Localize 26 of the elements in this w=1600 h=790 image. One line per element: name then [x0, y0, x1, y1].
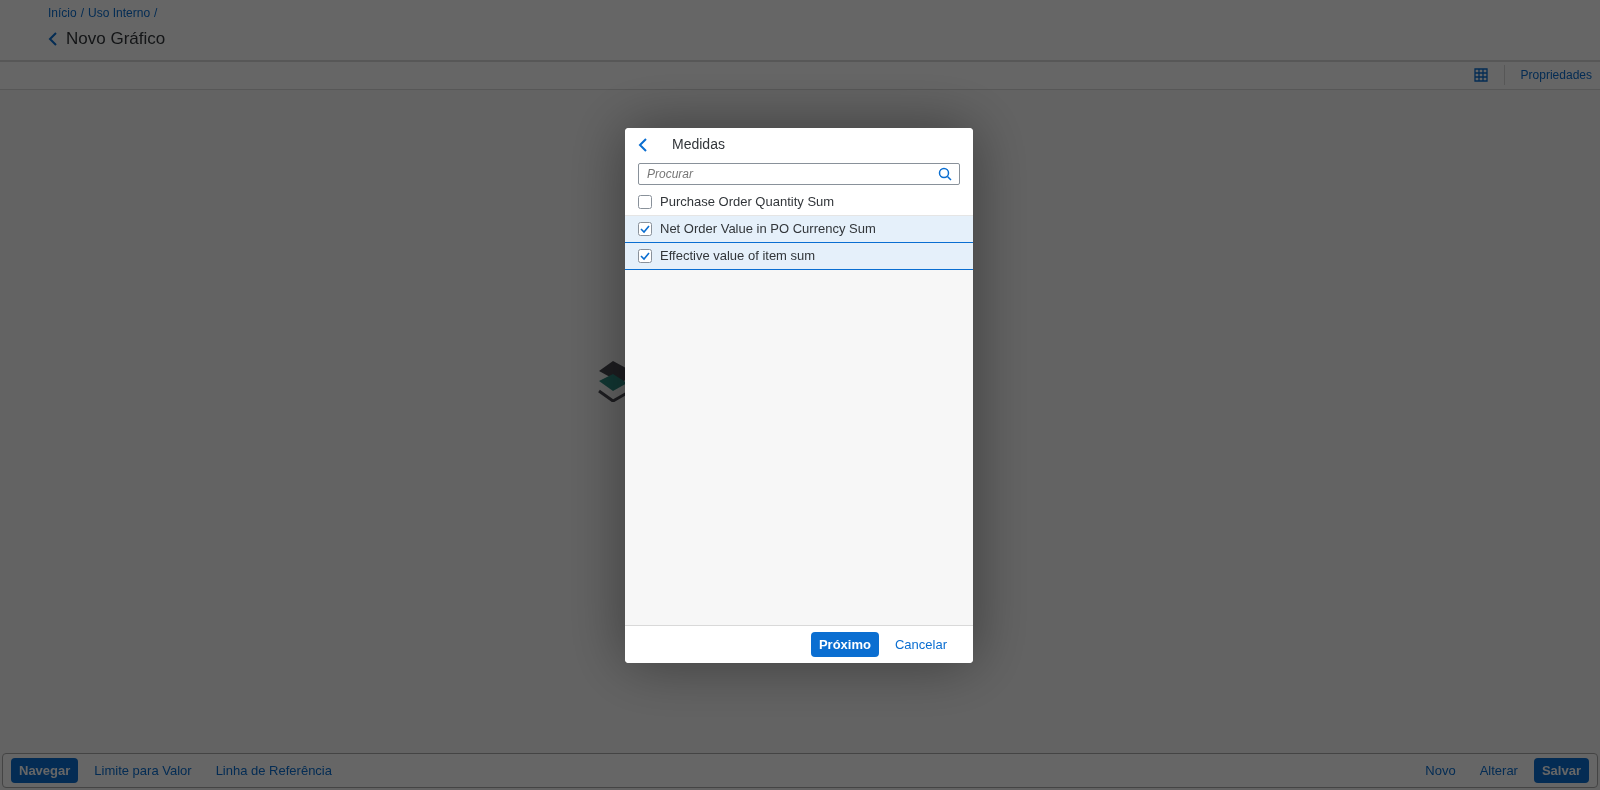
search-icon[interactable]	[938, 167, 952, 181]
measure-item[interactable]: Purchase Order Quantity Sum	[625, 189, 973, 216]
footer-button[interactable]: Alterar	[1471, 757, 1526, 783]
checkbox[interactable]	[638, 195, 652, 209]
properties-link[interactable]: Propriedades	[1520, 66, 1592, 84]
measure-item[interactable]: Net Order Value in PO Currency Sum	[625, 216, 973, 243]
footer-button[interactable]: Salvar	[1533, 757, 1589, 783]
next-button[interactable]: Próximo	[810, 631, 879, 657]
layers-icon	[597, 359, 625, 402]
footer-button[interactable]: Limite para Valor	[86, 757, 200, 783]
breadcrumb-separator: /	[154, 5, 158, 22]
footer-button[interactable]: Linha de Referência	[207, 757, 340, 783]
back-icon[interactable]	[638, 137, 648, 152]
breadcrumb-separator: /	[80, 5, 85, 22]
breadcrumb-link[interactable]: Início	[48, 4, 77, 22]
back-icon[interactable]	[48, 31, 58, 46]
checkbox[interactable]	[638, 249, 652, 263]
cancel-button[interactable]: Cancelar	[886, 631, 955, 657]
breadcrumb-link[interactable]: Uso Interno	[88, 4, 151, 22]
page-title: Novo Gráfico	[66, 28, 166, 50]
checkbox[interactable]	[638, 222, 652, 236]
footer-button[interactable]: Novo	[1417, 757, 1464, 783]
dialog-title: Medidas	[672, 135, 725, 154]
measure-item[interactable]: Effective value of item sum	[625, 243, 973, 270]
search-field[interactable]: Procurar	[638, 163, 960, 185]
footer-button[interactable]: Navegar	[11, 757, 79, 783]
